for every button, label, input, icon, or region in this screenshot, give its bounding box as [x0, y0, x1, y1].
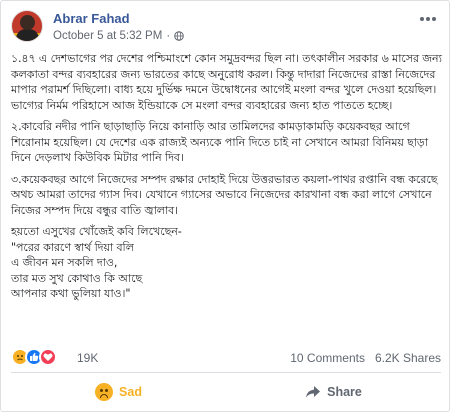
poem-intro: হয়তো এসুখের খোঁজেই কবি লিখেছেন-	[11, 225, 182, 238]
share-label: Share	[327, 385, 362, 399]
poem-line: এ জীবন মন সকলি দাও,	[11, 256, 118, 269]
engagement-stats: 19K 10 Comments 6.2K Shares	[11, 348, 441, 368]
share-icon	[306, 386, 321, 398]
love-icon	[39, 348, 57, 366]
shares-count[interactable]: 6.2K Shares	[375, 351, 441, 365]
avatar[interactable]	[11, 10, 43, 42]
post-paragraph-3: ৩.কয়েকবছর আগে নিজেদের সম্পদ রক্ষার দোহা…	[11, 172, 438, 217]
post-header: Abrar Fahad October 5 at 5:32 PM ·	[11, 8, 441, 44]
comments-count[interactable]: 10 Comments	[290, 351, 365, 365]
post-actions: Sad Share	[11, 376, 441, 408]
reaction-label: Sad	[119, 385, 142, 399]
poem-line: তার মত সুখ কোথাও কি আছে	[11, 271, 143, 285]
post-text: ১.৪৭ এ দেশভাগের পর দেশের পশ্চিমাংশে কোন …	[11, 51, 443, 302]
sad-icon	[95, 383, 114, 401]
globe-icon[interactable]	[174, 31, 184, 41]
post-paragraph-2: ২.কাবেরি নদীর পানি ছাড়াছাড়ি নিয়ে কানা…	[11, 120, 428, 164]
reaction-button[interactable]: Sad	[11, 376, 226, 408]
actions-divider	[11, 372, 441, 373]
post-card: Abrar Fahad October 5 at 5:32 PM · ১.৪৭ …	[0, 0, 450, 412]
author-name[interactable]: Abrar Fahad	[53, 11, 130, 26]
ellipsis-icon[interactable]	[417, 12, 439, 26]
poem-line: "পরের কারণে স্বার্থ দিয়া বলি	[11, 240, 134, 254]
poem-line: আপনার কথা ভুলিয়া যাও।"	[11, 287, 131, 300]
share-button[interactable]: Share	[226, 376, 441, 408]
post-timestamp[interactable]: October 5 at 5:32 PM	[53, 30, 162, 42]
comment-share-counts: 10 Comments 6.2K Shares	[290, 351, 441, 365]
post-paragraph-1: ১.৪৭ এ দেশভাগের পর দেশের পশ্চিমাংশে কোন …	[11, 52, 442, 112]
poem-block: হয়তো এসুখের খোঁজেই কবি লিখেছেন- "পরের ক…	[11, 224, 443, 302]
post-meta: October 5 at 5:32 PM ·	[53, 30, 184, 42]
reaction-count[interactable]: 19K	[77, 351, 98, 365]
reaction-icons[interactable]	[11, 348, 57, 366]
meta-separator: ·	[166, 30, 171, 42]
